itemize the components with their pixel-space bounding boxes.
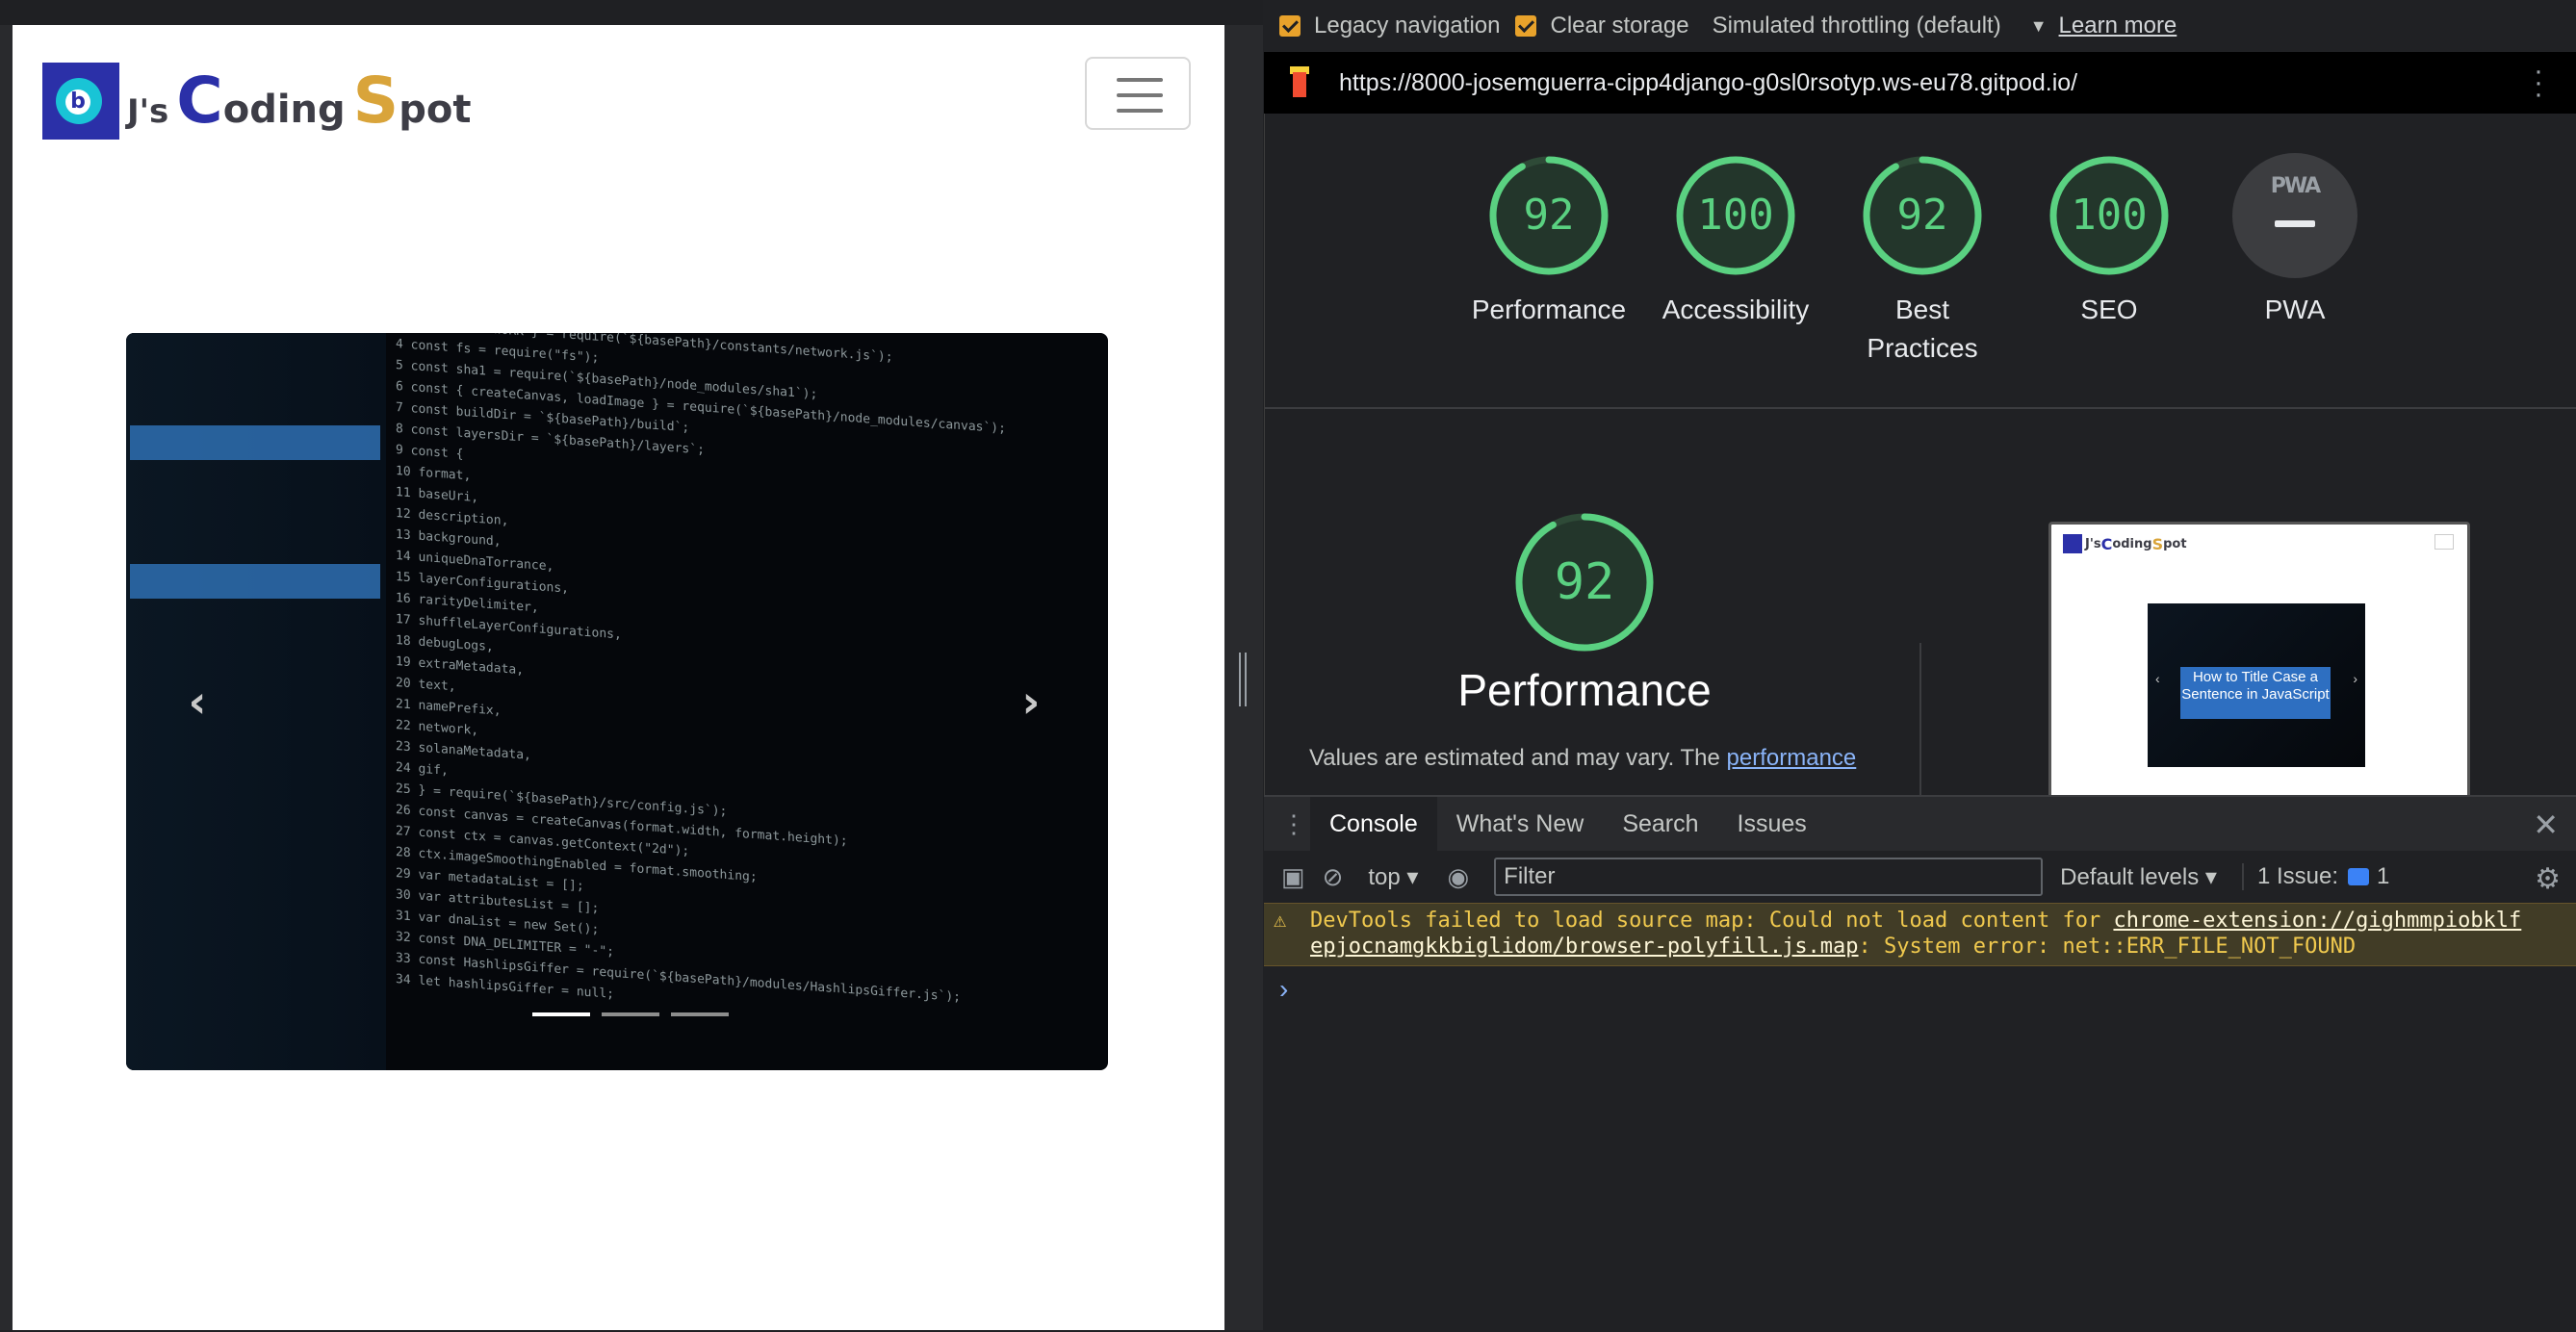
carousel-prev-icon[interactable]: ‹ (178, 675, 217, 729)
filter-input[interactable] (1494, 858, 2044, 896)
source-map-link[interactable]: chrome-extension://gighmmpiobklf (2113, 909, 2521, 933)
performance-link[interactable]: performance (1727, 745, 1857, 771)
final-screenshot-thumbnail[interactable]: J's C oding S pot ‹ How to Title Case a … (2048, 522, 2470, 795)
pwa-badge-icon: PWA (2270, 174, 2321, 198)
best-practices-gauge[interactable]: 92 (1860, 153, 1985, 278)
carousel-indicator[interactable] (671, 1012, 729, 1016)
logo-mark-icon: b (42, 63, 119, 140)
thumbnail-caption: How to Title Case a Sentence in JavaScri… (2180, 667, 2331, 719)
close-icon[interactable]: ✕ (2533, 807, 2559, 843)
performance-score: 92 (1523, 191, 1575, 240)
carousel-indicator[interactable] (532, 1012, 590, 1016)
clear-storage-checkbox[interactable] (1515, 15, 1537, 37)
devtools-panel: Legacy navigation Clear storage Simulate… (1264, 0, 2576, 1332)
page-viewport: b J's C oding S pot 3 const { NETWORK } … (13, 25, 1224, 1330)
tab-console[interactable]: Console (1310, 797, 1437, 851)
gear-icon[interactable]: ⚙ (2535, 862, 2561, 896)
warning-icon: ⚠ (1274, 909, 1287, 933)
site-logo[interactable]: b J's C oding S pot (42, 62, 471, 141)
console-toolbar: ▣ ⊘ top ▾ ◉ Default levels ▾ 1 Issue: 1 … (1264, 851, 2576, 904)
throttling-label: Simulated throttling (default) (1712, 13, 2001, 38)
report-url: https://8000-josemguerra-cipp4django-g0s… (1339, 68, 2078, 96)
navbar-toggler-button[interactable] (1085, 57, 1191, 130)
clear-storage-label: Clear storage (1550, 13, 1689, 38)
issues-counter-button[interactable]: 1 Issue: 1 (2241, 863, 2389, 890)
thumbnail-logo: J's C oding S pot (2063, 534, 2187, 553)
source-map-link-cont[interactable]: epjocnamgkkbiglidom/browser-polyfill.js.… (1310, 935, 1859, 959)
console-drawer: ⋮ Console What's New Search Issues ✕ ▣ ⊘… (1264, 795, 2576, 1332)
device-topbar (0, 0, 1263, 25)
carousel-next-icon[interactable]: › (1012, 675, 1050, 729)
performance-description: Values are estimated and may vary. The p… (1309, 745, 1857, 771)
legacy-navigation-checkbox[interactable] (1279, 15, 1301, 37)
carousel-image-left-panel (126, 333, 386, 1070)
carousel-indicator[interactable] (602, 1012, 659, 1016)
accessibility-score: 100 (1697, 191, 1774, 240)
console-warning-message: ⚠ DevTools failed to load source map: Co… (1264, 903, 2576, 966)
tab-whats-new[interactable]: What's New (1437, 797, 1604, 851)
legacy-navigation-label: Legacy navigation (1314, 13, 1501, 38)
carousel-image-code: 3 const { NETWORK } = require(`${basePat… (396, 333, 1006, 1006)
seo-gauge[interactable]: 100 (2047, 153, 2172, 278)
console-prompt[interactable]: › (1279, 974, 1288, 1005)
tab-search[interactable]: Search (1603, 797, 1717, 851)
issue-icon (2348, 868, 2369, 885)
learn-more-link[interactable]: Learn more (2059, 13, 2177, 39)
pwa-gauge-label: PWA (2264, 295, 2326, 324)
performance-score: 92 (1554, 553, 1615, 611)
more-options-icon[interactable]: · · · (2534, 57, 2543, 109)
pwa-gauge[interactable]: PWA (2232, 153, 2357, 278)
report-divider (1265, 407, 2576, 409)
tab-issues[interactable]: Issues (1718, 797, 1826, 851)
carousel-indicators (532, 1012, 729, 1016)
report-url-bar: https://8000-josemguerra-cipp4django-g0s… (1264, 52, 2576, 114)
accessibility-gauge[interactable]: 100 (1673, 153, 1798, 278)
eye-icon[interactable]: ◉ (1447, 862, 1469, 892)
device-frame: b J's C oding S pot 3 const { NETWORK } … (0, 0, 1263, 1330)
lighthouse-options-bar: Legacy navigation Clear storage Simulate… (1264, 0, 2576, 52)
performance-heading: Performance (1457, 665, 1712, 715)
sidebar-toggle-icon[interactable]: ▣ (1281, 862, 1305, 892)
expand-triangle-icon[interactable]: ▼ (2030, 16, 2048, 37)
clear-console-icon[interactable]: ⊘ (1323, 862, 1344, 892)
logo-text: J's C oding S pot (127, 64, 472, 138)
panel-resize-handle[interactable] (1239, 653, 1249, 706)
hero-carousel[interactable]: 3 const { NETWORK } = require(`${basePat… (126, 333, 1108, 1070)
thumbnail-carousel: ‹ How to Title Case a Sentence in JavaSc… (2148, 603, 2365, 767)
report-vertical-divider (1919, 643, 1921, 795)
performance-score-gauge: 92 (1512, 510, 1657, 654)
drawer-tabbar: ⋮ Console What's New Search Issues ✕ (1264, 797, 2576, 851)
performance-gauge[interactable]: 92 (1486, 153, 1611, 278)
drawer-menu-icon[interactable]: ⋮ (1277, 809, 1310, 839)
log-levels-dropdown[interactable]: Default levels ▾ (2060, 863, 2217, 891)
context-selector[interactable]: top ▾ (1368, 863, 1418, 891)
seo-score: 100 (2071, 191, 2148, 240)
lighthouse-report: 92 Performance 100 Accessibility 92 Best Pract… (1264, 114, 2576, 795)
lighthouse-icon (1287, 66, 1312, 99)
thumbnail-menu-icon (2434, 534, 2454, 550)
best-practices-score: 92 (1896, 191, 1948, 240)
